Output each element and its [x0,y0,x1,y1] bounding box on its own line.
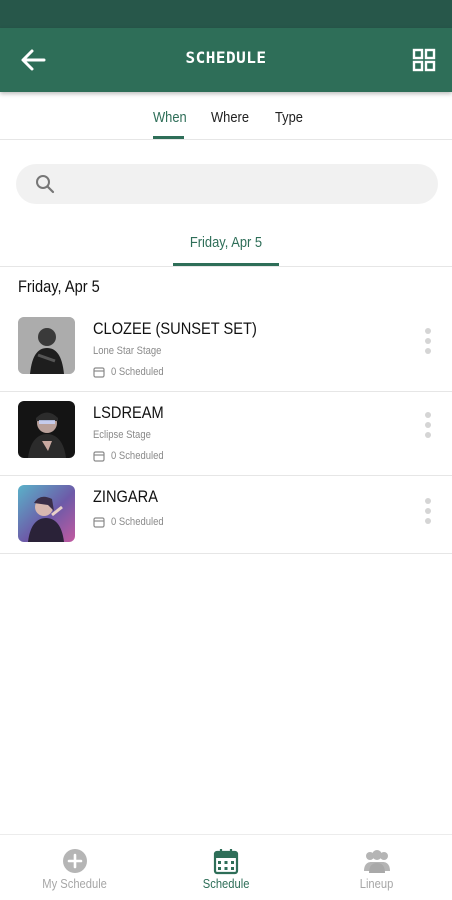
more-options-button[interactable] [420,328,436,362]
nav-label-schedule: Schedule [202,876,250,891]
grid-view-button[interactable] [412,48,436,72]
tab-when[interactable]: When [153,109,187,126]
artist-thumbnail [18,485,75,542]
stage-name: Lone Star Stage [93,345,162,357]
calendar-icon [93,517,105,528]
tab-type[interactable]: Type [275,109,303,126]
nav-label-lineup: Lineup [360,876,394,891]
bottom-navigation: My Schedule Schedule Lineup [0,834,452,900]
tab-where[interactable]: Where [211,109,249,126]
status-bar [0,0,452,28]
section-title: Friday, Apr 5 [18,277,100,296]
date-tab-friday[interactable]: Friday, Apr 5 [173,234,279,251]
calendar-icon [93,451,105,462]
active-tab-indicator [153,136,184,139]
artist-name: ZINGARA [93,487,158,506]
nav-lineup[interactable]: Lineup [302,835,452,900]
date-tabs: Friday, Apr 5 [0,222,452,267]
artist-thumbnail [18,317,75,374]
more-options-button[interactable] [420,498,436,532]
date-tab-indicator [173,263,279,266]
app-bar: SCHEDULE [0,28,452,92]
filter-tabs: When Where Type [0,92,452,140]
search-icon [36,175,55,194]
section-header: Friday, Apr 5 [18,277,113,297]
search-bar[interactable] [16,164,438,204]
event-row[interactable]: ZINGARA 0 Scheduled [0,476,452,554]
scheduled-count-text: 0 Scheduled [111,450,164,462]
artist-name: CLOZEE (SUNSET SET) [93,319,257,338]
event-row[interactable]: CLOZEE (SUNSET SET) Lone Star Stage 0 Sc… [0,308,452,392]
calendar-icon [93,367,105,378]
date-tab-label: Friday, Apr 5 [189,234,263,251]
calendar-icon [213,849,239,875]
more-options-button[interactable] [420,412,436,446]
group-icon [364,850,390,873]
add-circle-icon [63,849,87,873]
scheduled-count-text: 0 Scheduled [111,516,164,528]
scheduled-count-text: 0 Scheduled [111,366,164,378]
artist-name: LSDREAM [93,403,164,422]
grid-view-icon [412,48,436,72]
page-title: SCHEDULE [185,48,267,67]
nav-label-my-schedule: My Schedule [42,876,108,891]
nav-my-schedule[interactable]: My Schedule [0,835,150,900]
search-input[interactable] [66,164,426,204]
artist-thumbnail [18,401,75,458]
event-row[interactable]: LSDREAM Eclipse Stage 0 Scheduled [0,392,452,476]
stage-name: Eclipse Stage [93,429,151,441]
nav-schedule[interactable]: Schedule [151,835,301,900]
